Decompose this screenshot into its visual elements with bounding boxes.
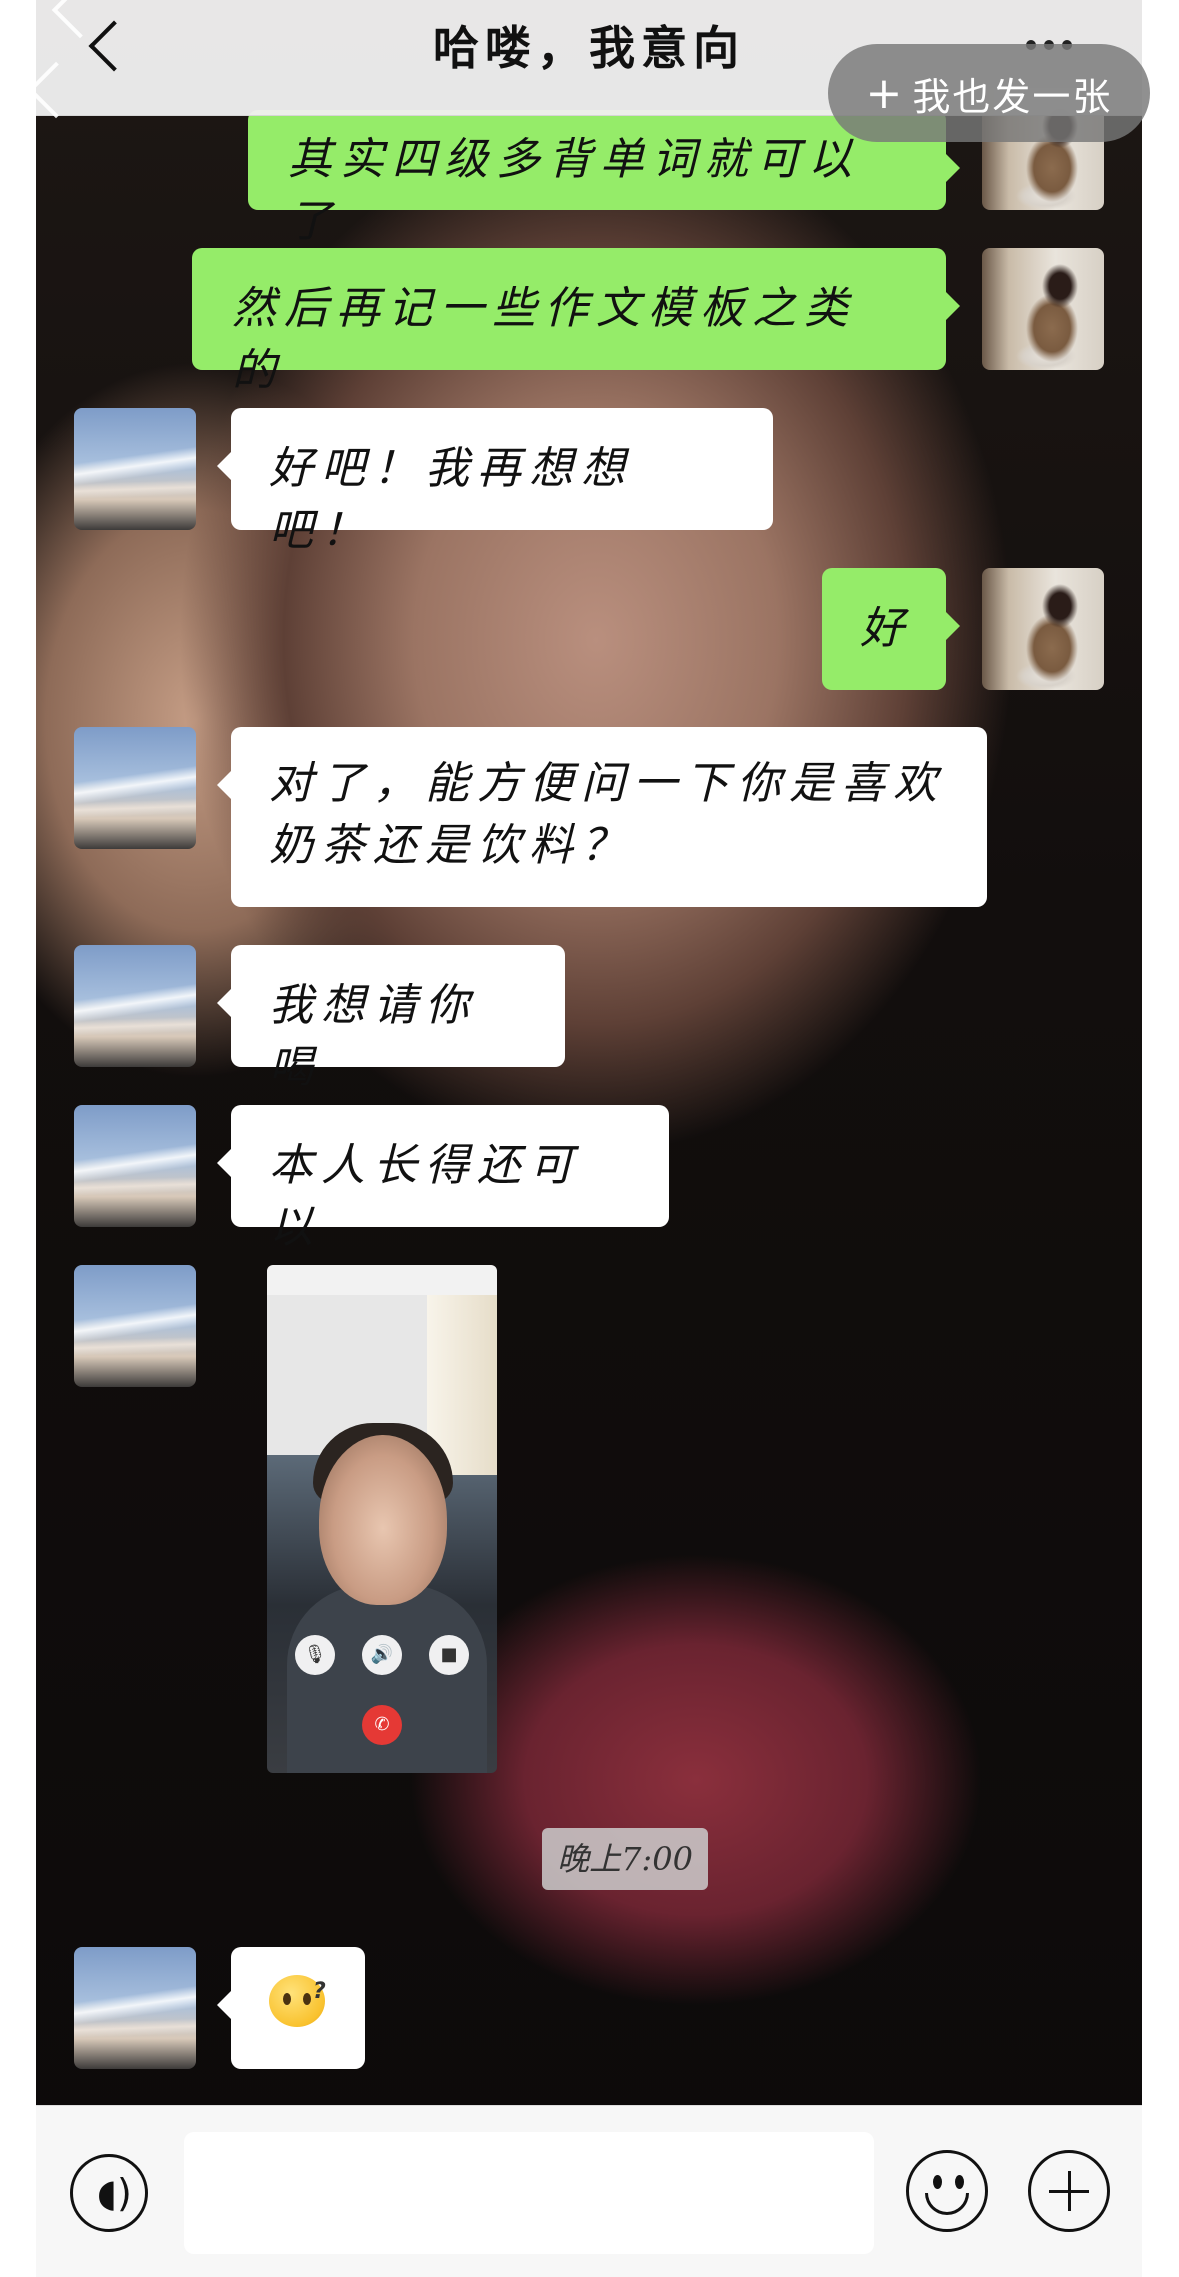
camera-icon: ■	[429, 1635, 469, 1675]
question-mark-icon: ?	[313, 1979, 334, 2004]
message-text: 其实四级多背单词就可以了	[288, 134, 860, 247]
message-input[interactable]	[184, 2132, 874, 2254]
message-text: 我想请你喝	[269, 980, 477, 1093]
message-bubble[interactable]: 然后再记一些作文模板之类的	[192, 248, 960, 396]
time-divider: 晚上7:00	[542, 1828, 708, 1890]
contact-avatar[interactable]	[74, 1105, 196, 1227]
message-text: 好	[860, 603, 912, 654]
message-bubble[interactable]: 我想请你喝	[217, 945, 565, 1093]
message-bubble[interactable]: 对了，能方便问一下你是喜欢 奶茶还是饮料？	[217, 727, 987, 907]
screenshot-person-body	[287, 1585, 487, 1773]
message-bubble[interactable]: 好吧！我再想想吧！	[217, 408, 773, 556]
my-avatar[interactable]	[982, 248, 1104, 370]
my-avatar[interactable]	[982, 568, 1104, 690]
message-text: 然后再记一些作文模板之类的	[232, 283, 856, 396]
emoji-button[interactable]	[906, 2150, 988, 2232]
contact-avatar[interactable]	[74, 727, 196, 849]
post-also-label: 我也发一张	[912, 74, 1113, 119]
emoji-icon	[933, 2175, 942, 2189]
video-call-screenshot-image[interactable]: 🎙 🔊 ■ ✆	[267, 1265, 497, 1773]
mic-icon: 🎙	[295, 1635, 335, 1675]
input-bar: ◖)	[36, 2105, 1142, 2277]
message-text-line: 对了，能方便问一下你是喜欢	[269, 758, 945, 809]
message-text: 好吧！我再想想吧！	[269, 443, 633, 556]
contact-avatar[interactable]	[74, 945, 196, 1067]
post-also-button[interactable]: + 我也发一张	[828, 44, 1150, 142]
contact-avatar[interactable]	[74, 408, 196, 530]
chat-screen: 其实四级多背单词就可以了 然后再记一些作文模板之类的 好吧！我再想想吧！ 好 对…	[36, 0, 1142, 2277]
screenshot-person-face	[319, 1435, 447, 1605]
plus-icon	[1068, 2171, 1071, 2211]
screenshot-status-bar	[275, 1271, 489, 1283]
message-bubble[interactable]: 好	[822, 568, 960, 690]
speaker-icon: 🔊	[362, 1635, 402, 1675]
hangup-icon: ✆	[362, 1705, 402, 1745]
voice-icon: ◖)	[97, 2171, 132, 2215]
message-text-line: 奶茶还是饮料？	[269, 820, 633, 871]
message-text: 本人长得还可以	[269, 1140, 581, 1253]
message-bubble[interactable]: 本人长得还可以	[217, 1105, 669, 1253]
emoji-icon	[955, 2175, 964, 2189]
sticker-bubble[interactable]: ?	[217, 1947, 365, 2069]
contact-avatar[interactable]	[74, 1947, 196, 2069]
voice-button[interactable]: ◖)	[70, 2154, 148, 2232]
plus-button[interactable]	[1028, 2150, 1110, 2232]
plus-icon: +	[865, 67, 905, 119]
emoji-icon	[925, 2193, 969, 2215]
contact-avatar[interactable]	[74, 1265, 196, 1387]
